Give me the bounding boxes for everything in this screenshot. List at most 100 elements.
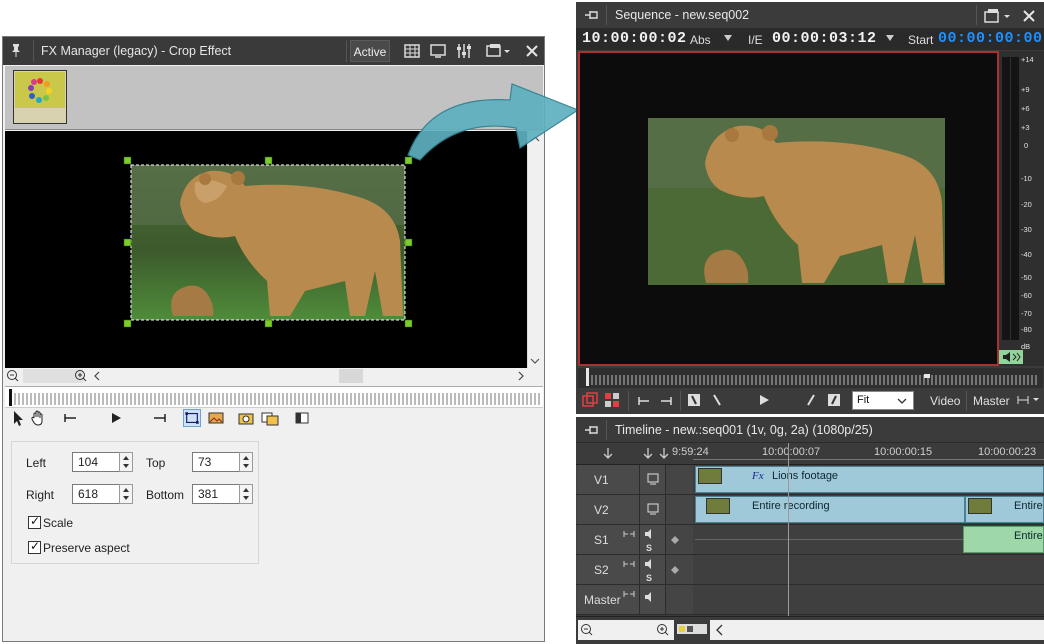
zoom-select[interactable]: Fit — [852, 391, 914, 410]
preserve-aspect-checkbox[interactable]: ✓ — [28, 539, 41, 554]
fx-scrub-bar[interactable] — [5, 386, 543, 408]
meter-label: -50 — [1021, 273, 1032, 282]
camera-icon[interactable] — [237, 409, 255, 427]
track-layout-icon[interactable] — [676, 621, 708, 637]
track-lane-s2[interactable] — [693, 555, 1044, 584]
snapshot-compare-icon[interactable] — [261, 409, 279, 427]
preview-horizontal-scrollbar[interactable] — [5, 368, 527, 384]
timeline-playhead[interactable] — [788, 443, 789, 616]
link-icon[interactable] — [622, 559, 636, 569]
set-out-icon[interactable] — [802, 392, 818, 408]
master-dropdown-icon[interactable] — [1016, 393, 1042, 407]
right-spinner[interactable] — [119, 484, 133, 504]
abs-dropdown-icon[interactable] — [724, 35, 732, 41]
crop-arrow-graphic — [407, 83, 580, 161]
safe-area-icon[interactable] — [604, 392, 620, 408]
meter-label: -10 — [1021, 174, 1032, 183]
sliders-icon[interactable] — [455, 42, 473, 60]
ruler-label: 10:00:00:15 — [874, 446, 933, 458]
down-arrow-icon[interactable] — [642, 447, 654, 461]
close-icon[interactable] — [523, 42, 541, 60]
pin-icon[interactable] — [584, 423, 600, 437]
left-spinner[interactable] — [119, 452, 133, 472]
clip-lions-footage[interactable]: Fx Lions footage — [695, 466, 1044, 493]
left-field[interactable]: 104 — [72, 452, 120, 472]
meter-label: 0 — [1024, 141, 1029, 150]
play-icon[interactable] — [756, 392, 772, 408]
track-lane-s1[interactable]: Entire — [693, 525, 1044, 554]
duration-timecode[interactable]: 00:00:03:12 — [772, 30, 877, 47]
track-speaker-master[interactable] — [640, 585, 666, 614]
track-monitor-v2[interactable] — [640, 495, 666, 524]
close-icon[interactable] — [1020, 7, 1038, 25]
track-s1: S1 S Entire — [576, 525, 1044, 555]
crop-tool-icon[interactable] — [183, 409, 201, 427]
sequence-viewer[interactable] — [578, 51, 999, 366]
track-header-v1[interactable]: V1 — [578, 465, 640, 494]
right-field[interactable]: 618 — [72, 484, 120, 504]
track-header-s2[interactable]: S2 — [578, 555, 640, 584]
track-header-s1[interactable]: S1 — [578, 525, 640, 554]
overlay-icon[interactable] — [582, 392, 598, 408]
layout-menu-icon[interactable] — [485, 42, 513, 60]
bottom-spinner[interactable] — [239, 484, 253, 504]
timeline-horizontal-scrollbar[interactable] — [710, 620, 1044, 640]
svg-text:S: S — [646, 543, 652, 553]
speaker-icon — [645, 592, 651, 602]
down-arrow-icon[interactable] — [602, 447, 614, 461]
pin-icon[interactable] — [584, 8, 600, 22]
layout-menu-icon[interactable] — [982, 7, 1016, 25]
link-icon[interactable] — [622, 589, 636, 599]
track-header-v2[interactable]: V2 — [578, 495, 640, 524]
top-spinner[interactable] — [239, 452, 253, 472]
go-to-end-icon[interactable] — [151, 409, 169, 427]
pin-icon[interactable] — [9, 43, 23, 57]
track-header-master[interactable]: Master — [578, 585, 640, 614]
hand-icon[interactable] — [29, 409, 47, 427]
bottom-field[interactable]: 381 — [192, 484, 240, 504]
current-timecode[interactable]: 10:00:00:02 — [582, 30, 687, 47]
active-button[interactable]: Active — [350, 40, 390, 62]
master-label[interactable]: Master — [973, 394, 1010, 408]
track-lane-v1[interactable]: Fx Lions footage — [693, 465, 1044, 494]
down-arrow-icon[interactable] — [658, 447, 670, 461]
track-speaker-s2[interactable]: S — [640, 555, 666, 584]
chevron-down-icon — [897, 398, 907, 404]
keyframe-icon[interactable] — [670, 535, 680, 545]
play-icon[interactable] — [107, 409, 125, 427]
effect-thumbnail[interactable] — [13, 70, 67, 124]
start-dropdown-icon[interactable] — [886, 35, 894, 41]
speaker-icon[interactable] — [999, 350, 1023, 364]
timeline-ruler[interactable]: 9:59:24 10:00:00:07 10:00:00:15 10:00:00… — [576, 443, 1044, 465]
monitor-icon[interactable] — [429, 42, 447, 60]
top-field[interactable]: 73 — [192, 452, 240, 472]
video-label[interactable]: Video — [930, 394, 960, 408]
start-timecode[interactable]: 00:00:00:00 — [938, 30, 1043, 47]
go-to-start-icon[interactable] — [636, 393, 652, 409]
zoom-slider[interactable] — [578, 620, 674, 640]
image-icon[interactable] — [207, 409, 225, 427]
link-icon[interactable] — [622, 529, 636, 539]
sequence-scrub-bar[interactable] — [578, 368, 1043, 388]
mark-in-icon[interactable] — [686, 392, 702, 408]
split-view-icon[interactable] — [293, 409, 311, 427]
clip-entire-recording[interactable]: Entire recording — [695, 496, 965, 523]
clip-thumbnail — [968, 498, 992, 514]
meter-label: -80 — [1021, 325, 1032, 334]
go-to-start-icon[interactable] — [61, 409, 79, 427]
clip-entire-audio[interactable]: Entire — [963, 526, 1044, 553]
track-lane-master[interactable] — [693, 585, 1044, 614]
clip-thumbnail — [698, 468, 722, 484]
clip-entire[interactable]: Entire — [965, 496, 1044, 523]
go-to-end-icon[interactable] — [658, 393, 674, 409]
meter-label: -70 — [1021, 309, 1032, 318]
track-monitor-v1[interactable] — [640, 465, 666, 494]
track-speaker-s1[interactable]: S — [640, 525, 666, 554]
pointer-icon[interactable] — [9, 409, 27, 427]
grid-view-icon[interactable] — [403, 42, 421, 60]
track-lane-v2[interactable]: Entire recording Entire — [693, 495, 1044, 524]
set-in-icon[interactable] — [710, 392, 726, 408]
keyframe-icon[interactable] — [670, 565, 680, 575]
mark-out-icon[interactable] — [826, 392, 842, 408]
scale-checkbox[interactable]: ✓ — [28, 514, 41, 529]
